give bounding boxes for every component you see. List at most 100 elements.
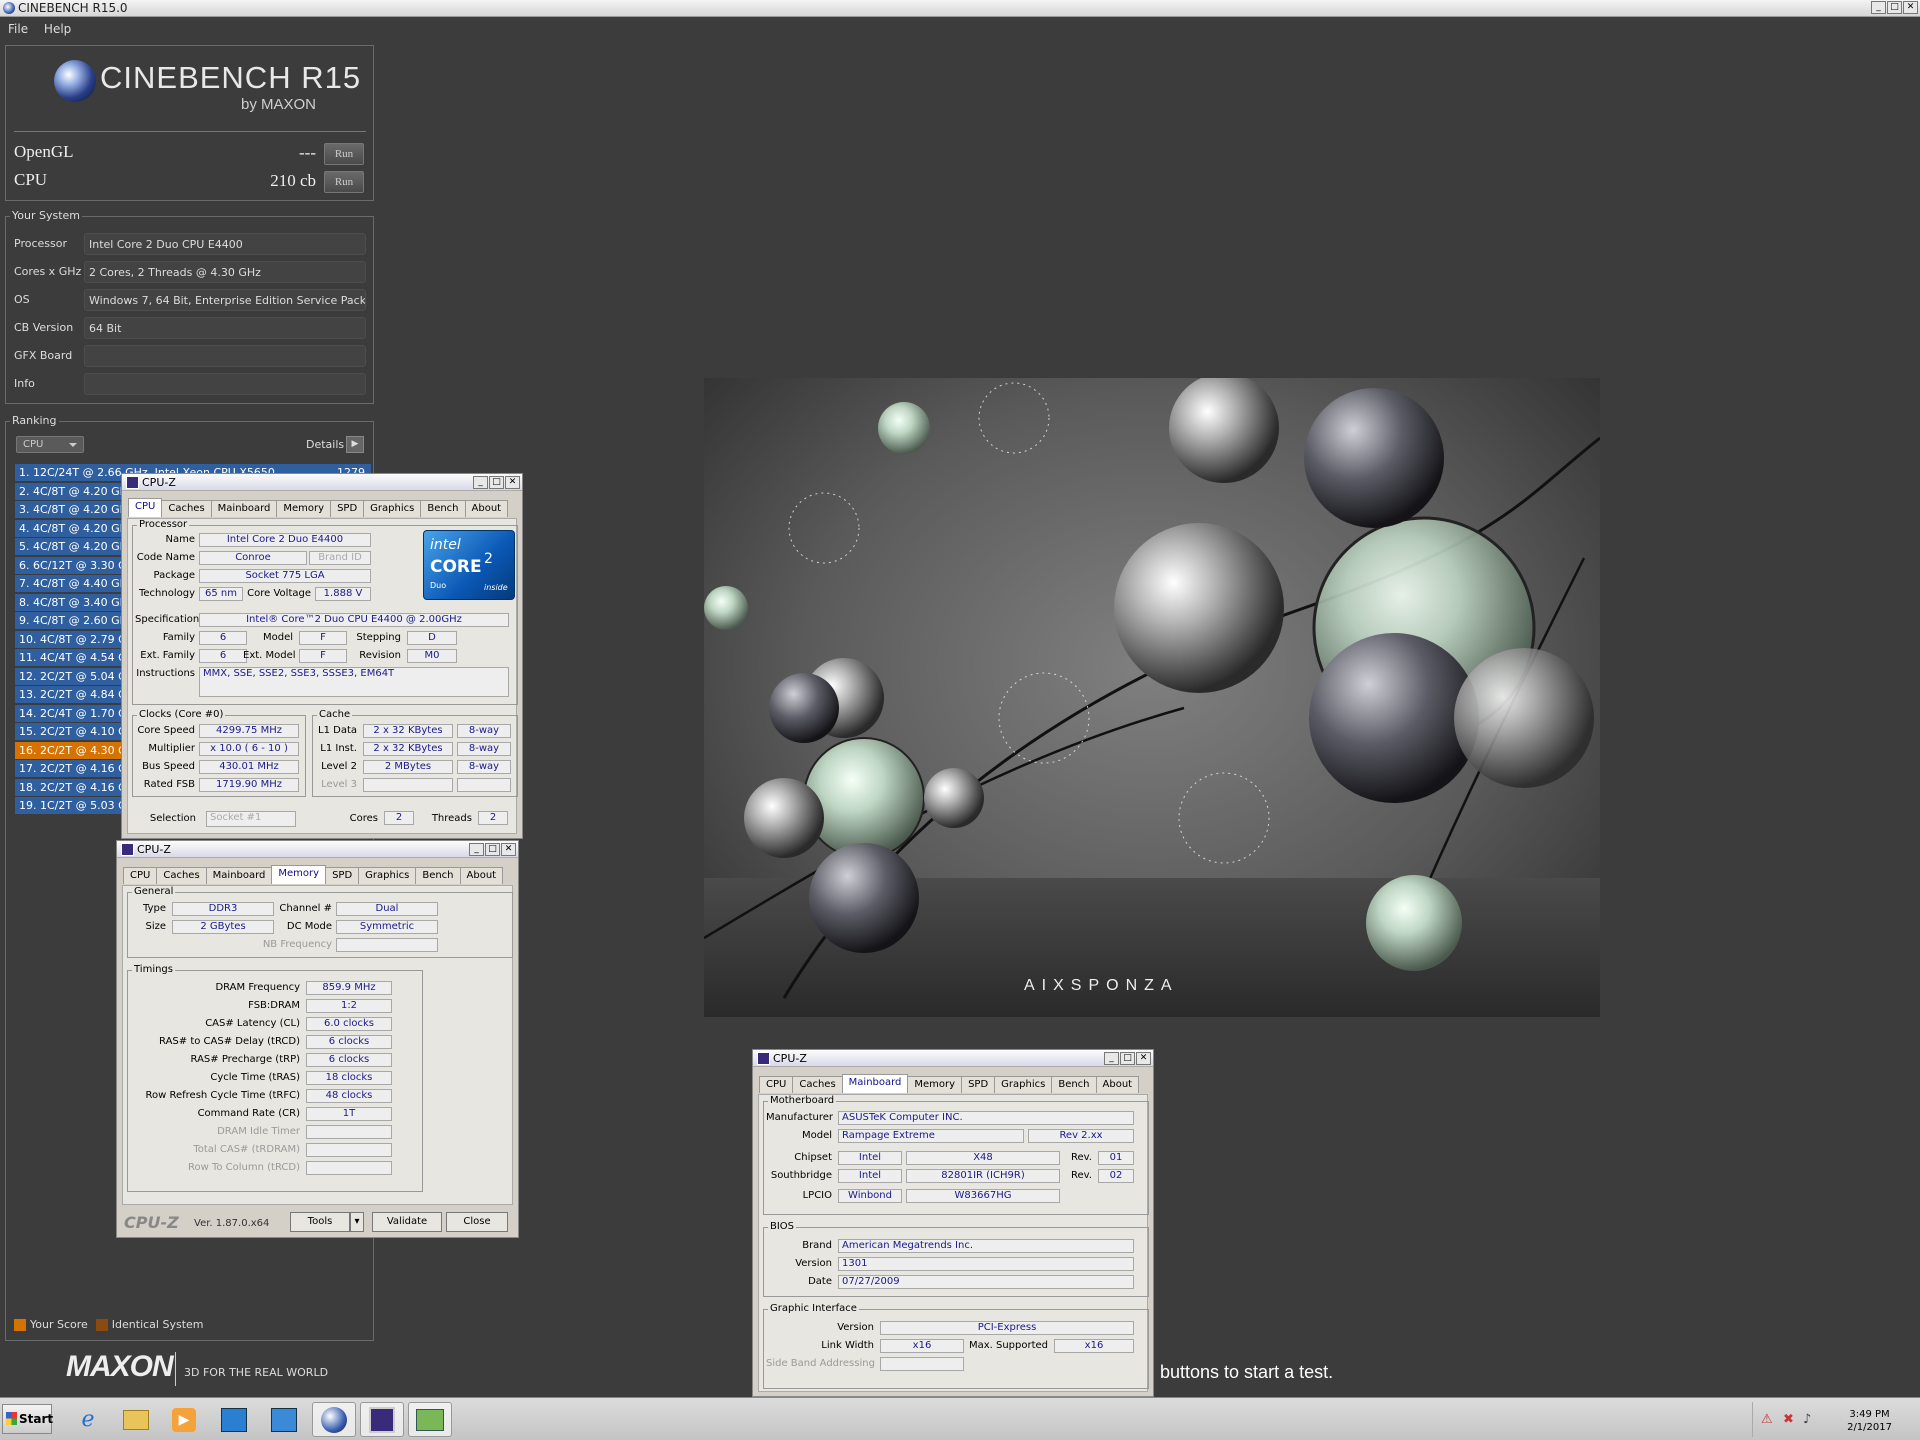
mb-model-field[interactable]: Rampage Extreme xyxy=(838,1129,1024,1143)
tab-spd[interactable]: SPD xyxy=(961,1076,996,1093)
tab-about[interactable]: About xyxy=(1095,1076,1140,1093)
minimize-button[interactable]: _ xyxy=(469,843,484,856)
bios-brand-field[interactable]: American Megatrends Inc. xyxy=(838,1239,1134,1253)
network-tray-icon[interactable]: ⚠ xyxy=(1761,1412,1773,1427)
channel-field[interactable]: Dual xyxy=(336,902,438,916)
minimize-button[interactable]: _ xyxy=(1104,1052,1119,1065)
stepping-field[interactable]: D xyxy=(407,631,457,645)
media-player-icon[interactable]: ▶ xyxy=(162,1402,206,1437)
tab-graphics[interactable]: Graphics xyxy=(363,500,422,517)
l2-field[interactable]: 2 MBytes xyxy=(363,760,453,774)
memory-size-field[interactable]: 2 GBytes xyxy=(172,920,274,934)
l1-inst-ways[interactable]: 8-way xyxy=(457,742,511,756)
taskbar-clock[interactable]: 3:49 PM 2/1/2017 xyxy=(1847,1408,1892,1434)
core-voltage-field[interactable]: 1.888 V xyxy=(315,587,371,601)
package-field[interactable]: Socket 775 LGA xyxy=(199,569,371,583)
cores-field[interactable]: 2 xyxy=(384,811,414,825)
validate-button[interactable]: Validate xyxy=(372,1212,442,1232)
tab-spd[interactable]: SPD xyxy=(330,500,365,517)
l1-data-ways[interactable]: 8-way xyxy=(457,724,511,738)
cpu-name-field[interactable]: Intel Core 2 Duo E4400 xyxy=(199,533,371,547)
timing-value[interactable]: 18 clocks xyxy=(306,1071,392,1085)
tab-mainboard[interactable]: Mainboard xyxy=(841,1074,909,1093)
close-button[interactable]: ✕ xyxy=(501,843,516,856)
tab-memory[interactable]: Memory xyxy=(907,1076,963,1093)
timing-value[interactable]: 1T xyxy=(306,1107,392,1121)
cinebench-taskbar-icon[interactable] xyxy=(312,1402,356,1437)
details-arrow-button[interactable]: ▶ xyxy=(346,436,364,453)
revision-field[interactable]: M0 xyxy=(407,649,457,663)
timing-value[interactable] xyxy=(306,1143,392,1157)
chipset-rev-field[interactable]: 01 xyxy=(1098,1151,1134,1165)
threads-field[interactable]: 2 xyxy=(478,811,508,825)
timing-value[interactable]: 6.0 clocks xyxy=(306,1017,392,1031)
tab-graphics[interactable]: Graphics xyxy=(358,867,417,884)
start-button[interactable]: Start xyxy=(2,1404,53,1434)
close-button[interactable]: ✕ xyxy=(505,476,520,489)
tab-about[interactable]: About xyxy=(464,500,509,517)
timing-value[interactable]: 1:2 xyxy=(306,999,392,1013)
tab-mainboard[interactable]: Mainboard xyxy=(205,867,273,884)
multiplier-field[interactable]: x 10.0 ( 6 - 10 ) xyxy=(199,742,299,756)
close-button[interactable]: ✕ xyxy=(1903,1,1918,14)
southbridge-field[interactable]: 82801IR (ICH9R) xyxy=(906,1169,1060,1183)
processor-field[interactable]: Intel Core 2 Duo CPU E4400 xyxy=(84,233,366,255)
code-name-field[interactable]: Conroe xyxy=(199,551,307,565)
network-monitor-icon[interactable] xyxy=(212,1402,256,1437)
l1-inst-field[interactable]: 2 x 32 KBytes xyxy=(363,742,453,756)
cores-field[interactable]: 2 Cores, 2 Threads @ 4.30 GHz xyxy=(84,261,366,283)
link-width-field[interactable]: x16 xyxy=(880,1339,964,1353)
chipset-vendor-field[interactable]: Intel xyxy=(838,1151,902,1165)
tools-button[interactable]: Tools xyxy=(290,1212,350,1232)
side-band-field[interactable] xyxy=(880,1357,964,1371)
brand-id-field[interactable]: Brand ID xyxy=(309,551,371,565)
l2-ways[interactable]: 8-way xyxy=(457,760,511,774)
bus-speed-field[interactable]: 430.01 MHz xyxy=(199,760,299,774)
nb-frequency-field[interactable] xyxy=(336,938,438,952)
rated-fsb-field[interactable]: 1719.90 MHz xyxy=(199,778,299,792)
specification-field[interactable]: Intel® Core™2 Duo CPU E4400 @ 2.00GHz xyxy=(199,613,509,627)
bios-version-field[interactable]: 1301 xyxy=(838,1257,1134,1271)
gfx-board-field[interactable] xyxy=(84,345,366,367)
timing-value[interactable]: 48 clocks xyxy=(306,1089,392,1103)
lpcio-field[interactable]: W83667HG xyxy=(906,1189,1060,1203)
l3-ways[interactable] xyxy=(457,778,511,792)
model-field[interactable]: F xyxy=(299,631,347,645)
tab-cpu[interactable]: CPU xyxy=(123,867,158,884)
timing-value[interactable]: 859.9 MHz xyxy=(306,981,392,995)
timing-value[interactable]: 6 clocks xyxy=(306,1035,392,1049)
bios-date-field[interactable]: 07/27/2009 xyxy=(838,1275,1134,1289)
family-field[interactable]: 6 xyxy=(199,631,247,645)
network-tool-icon[interactable] xyxy=(262,1402,306,1437)
os-field[interactable]: Windows 7, 64 Bit, Enterprise Edition Se… xyxy=(84,289,366,311)
cpu-run-button[interactable]: Run xyxy=(324,171,364,193)
menu-file[interactable]: File xyxy=(8,22,28,36)
instructions-field[interactable]: MMX, SSE, SSE2, SSE3, SSSE3, EM64T xyxy=(199,667,509,697)
tab-spd[interactable]: SPD xyxy=(325,867,360,884)
volume-tray-icon[interactable]: ✖ xyxy=(1783,1412,1794,1427)
maximize-button[interactable]: □ xyxy=(1887,1,1902,14)
tab-memory[interactable]: Memory xyxy=(276,500,332,517)
southbridge-rev-field[interactable]: 02 xyxy=(1098,1169,1134,1183)
maximize-button[interactable]: □ xyxy=(489,476,504,489)
dc-mode-field[interactable]: Symmetric xyxy=(336,920,438,934)
chipset-field[interactable]: X48 xyxy=(906,1151,1060,1165)
l3-field[interactable] xyxy=(363,778,453,792)
southbridge-vendor-field[interactable]: Intel xyxy=(838,1169,902,1183)
tab-cpu[interactable]: CPU xyxy=(759,1076,794,1093)
technology-field[interactable]: 65 nm xyxy=(199,587,243,601)
tab-mainboard[interactable]: Mainboard xyxy=(210,500,278,517)
tab-about[interactable]: About xyxy=(459,867,504,884)
internet-explorer-icon[interactable]: ℯ xyxy=(66,1402,110,1437)
ranking-type-select[interactable]: CPU xyxy=(16,436,84,453)
lpcio-vendor-field[interactable]: Winbond xyxy=(838,1189,902,1203)
cpu-tool-taskbar-icon[interactable] xyxy=(408,1402,452,1437)
tab-caches[interactable]: Caches xyxy=(792,1076,843,1093)
socket-select[interactable]: Socket #1 xyxy=(206,811,296,827)
cb-version-field[interactable]: 64 Bit xyxy=(84,317,366,339)
max-supported-field[interactable]: x16 xyxy=(1054,1339,1134,1353)
memory-type-field[interactable]: DDR3 xyxy=(172,902,274,916)
tab-bench[interactable]: Bench xyxy=(415,867,461,884)
speaker-tray-icon[interactable]: ♪ xyxy=(1803,1412,1811,1427)
ext-family-field[interactable]: 6 xyxy=(199,649,247,663)
